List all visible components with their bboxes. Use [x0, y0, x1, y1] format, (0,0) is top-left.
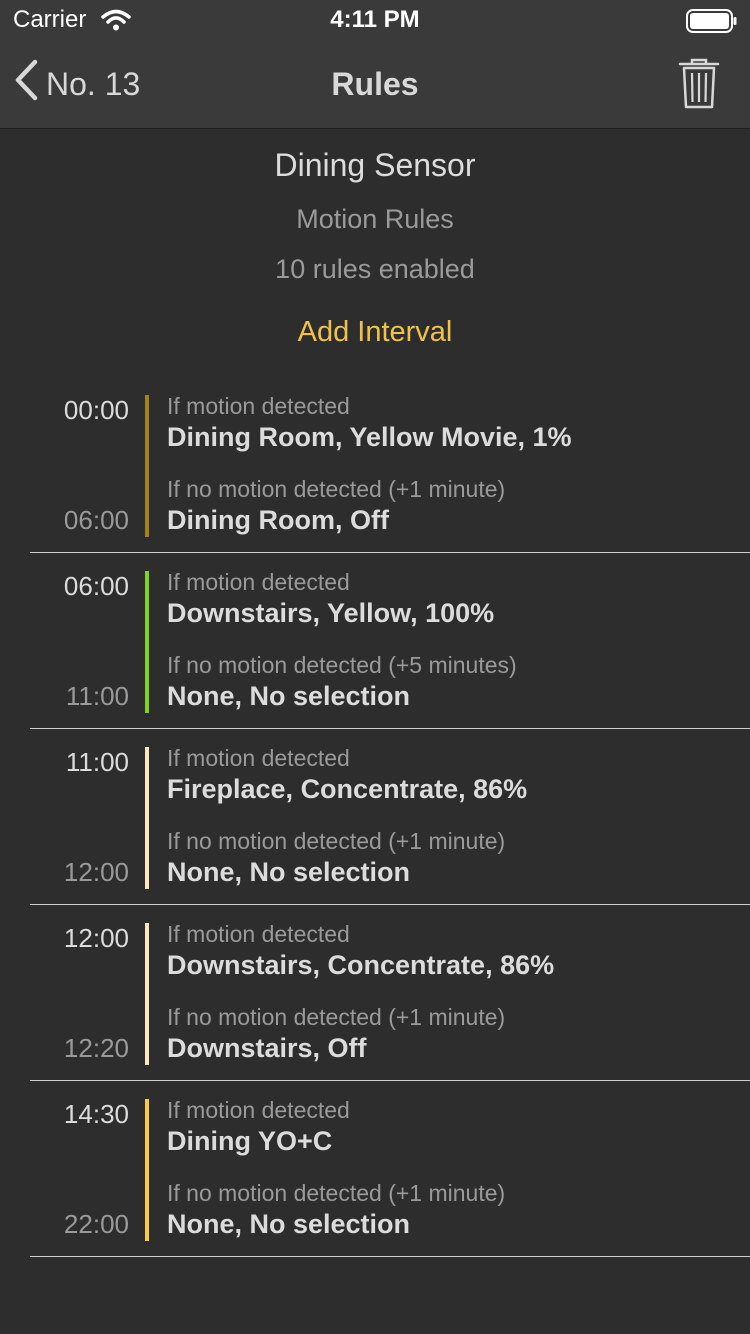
rules-type-label: Motion Rules [296, 204, 454, 234]
delete-button[interactable] [678, 58, 720, 115]
navigation-bar: No. 13 Rules [0, 40, 750, 129]
no-motion-condition-label: If no motion detected (+1 minute) [167, 1180, 506, 1206]
motion-condition-label: If motion detected [167, 921, 350, 947]
motion-scene: Fireplace, Concentrate, 86% [167, 774, 528, 804]
no-motion-scene: Dining Room, Off [167, 505, 389, 535]
motion-scene: Dining YO+C [167, 1126, 333, 1156]
motion-condition-label: If motion detected [167, 393, 350, 419]
rule-color-bar [145, 923, 149, 1065]
no-motion-scene: None, No selection [167, 681, 411, 711]
rule-color-bar [145, 1099, 149, 1241]
sensor-name: Dining Sensor [274, 147, 476, 183]
rule-row[interactable]: 14:30 22:00 If motion detected Dining YO… [0, 1081, 750, 1257]
rules-list: 00:00 06:00 If motion detected Dining Ro… [0, 377, 750, 1257]
no-motion-scene: None, No selection [167, 1209, 411, 1239]
rule-color-bar [145, 571, 149, 713]
page-title: Rules [331, 66, 419, 102]
no-motion-condition-label: If no motion detected (+1 minute) [167, 828, 506, 854]
rule-end-time: 22:00 [63, 1209, 129, 1239]
rule-color-bar [145, 747, 149, 889]
rule-start-time: 11:00 [65, 747, 129, 777]
rule-start-time: 06:00 [63, 571, 129, 601]
motion-condition-label: If motion detected [167, 745, 350, 771]
motion-condition-label: If motion detected [167, 1097, 350, 1123]
rule-color-bar [145, 395, 149, 537]
rule-row[interactable]: 00:00 06:00 If motion detected Dining Ro… [0, 377, 750, 553]
rule-start-time: 00:00 [63, 395, 129, 425]
rule-end-time: 12:00 [63, 857, 129, 887]
trash-icon [678, 58, 720, 114]
rule-row[interactable]: 11:00 12:00 If motion detected Fireplace… [0, 729, 750, 905]
no-motion-condition-label: If no motion detected (+1 minute) [167, 1004, 506, 1030]
motion-scene: Dining Room, Yellow Movie, 1% [167, 422, 572, 452]
add-interval-button[interactable]: Add Interval [0, 316, 750, 349]
no-motion-scene: Downstairs, Off [167, 1033, 367, 1063]
motion-scene: Downstairs, Yellow, 100% [167, 598, 495, 628]
battery-icon [686, 9, 738, 38]
status-bar: Carrier 4:11 PM [0, 0, 750, 40]
rule-end-time: 12:20 [63, 1033, 129, 1063]
rule-start-time: 12:00 [63, 923, 129, 953]
no-motion-condition-label: If no motion detected (+5 minutes) [167, 652, 517, 678]
motion-condition-label: If motion detected [167, 569, 350, 595]
rules-count-label: 10 rules enabled [275, 254, 475, 284]
clock-time: 4:11 PM [330, 6, 420, 33]
rule-end-time: 06:00 [63, 505, 129, 535]
rule-start-time: 14:30 [63, 1099, 129, 1129]
rule-row[interactable]: 12:00 12:20 If motion detected Downstair… [0, 905, 750, 1081]
rule-end-time: 11:00 [65, 681, 129, 711]
rule-row[interactable]: 06:00 11:00 If motion detected Downstair… [0, 553, 750, 729]
no-motion-scene: None, No selection [167, 857, 411, 887]
no-motion-condition-label: If no motion detected (+1 minute) [167, 476, 506, 502]
motion-scene: Downstairs, Concentrate, 86% [167, 950, 555, 980]
